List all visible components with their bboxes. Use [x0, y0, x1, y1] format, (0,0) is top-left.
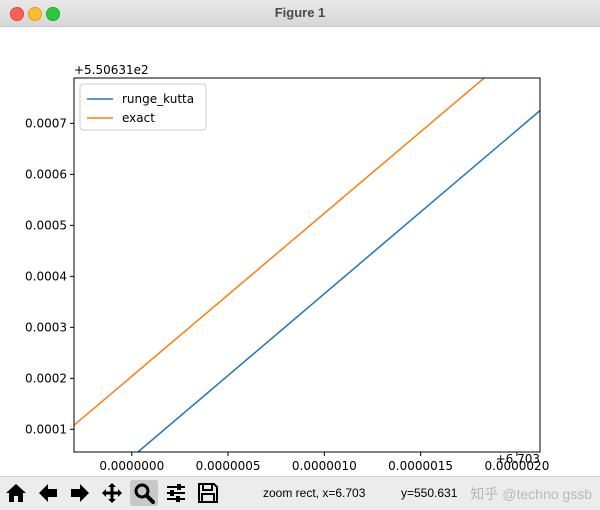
status-coordinates-x: zoom rect, x=6.703	[263, 486, 366, 500]
home-button[interactable]	[2, 480, 30, 506]
x-tick-label: 0.0000015	[388, 459, 453, 473]
legend-label-runge-kutta: runge_kutta	[122, 92, 194, 106]
watermark-text: 知乎 @techno gssb	[470, 486, 592, 502]
x-tick-label: 0.0000010	[292, 459, 357, 473]
y-tick-label: 0.0006	[25, 167, 67, 181]
magnifier-icon	[134, 483, 155, 504]
plot-frame	[73, 77, 541, 453]
y-tick-label: 0.0007	[25, 116, 67, 130]
series-line-runge-kutta	[137, 110, 540, 452]
window-title: Figure 1	[274, 5, 326, 20]
sliders-icon	[167, 484, 185, 502]
floppy-icon	[198, 483, 218, 503]
zoom-button[interactable]	[130, 480, 158, 506]
home-icon	[6, 484, 26, 502]
y-tick-label: 0.0005	[25, 218, 67, 232]
x-tick-label: 0.0000000	[99, 459, 164, 473]
y-tick-label: 0.0003	[25, 320, 67, 334]
x-tick-label: 0.0000005	[196, 459, 261, 473]
y-tick-label: 0.0004	[25, 269, 67, 283]
line-chart: +5.50631e2 0.0000000 0.0000005 0.0000010 0.…	[25, 63, 549, 473]
move-icon	[102, 483, 122, 503]
status-coordinates-y: y=550.631	[401, 486, 458, 500]
pan-button[interactable]	[98, 480, 126, 506]
arrow-left-icon	[39, 484, 57, 502]
legend-label-exact: exact	[122, 111, 155, 125]
figure-canvas[interactable]: +5.50631e2 0.0000000 0.0000005 0.0000010 0.…	[0, 27, 600, 476]
configure-subplots-button[interactable]	[162, 480, 190, 506]
save-button[interactable]	[194, 480, 222, 506]
navigation-toolbar: zoom rect, x=6.703 y=550.631 知乎 @techno …	[0, 476, 600, 510]
window-titlebar: Figure 1	[0, 0, 600, 27]
y-tick-label: 0.0001	[25, 422, 67, 436]
y-tick-label: 0.0002	[25, 371, 67, 385]
legend: runge_kutta exact	[79, 83, 207, 131]
x-offset-label: +6.703	[496, 452, 540, 466]
y-offset-label: +5.50631e2	[74, 63, 149, 77]
back-button[interactable]	[34, 480, 62, 506]
arrow-right-icon	[71, 484, 89, 502]
forward-button[interactable]	[66, 480, 94, 506]
